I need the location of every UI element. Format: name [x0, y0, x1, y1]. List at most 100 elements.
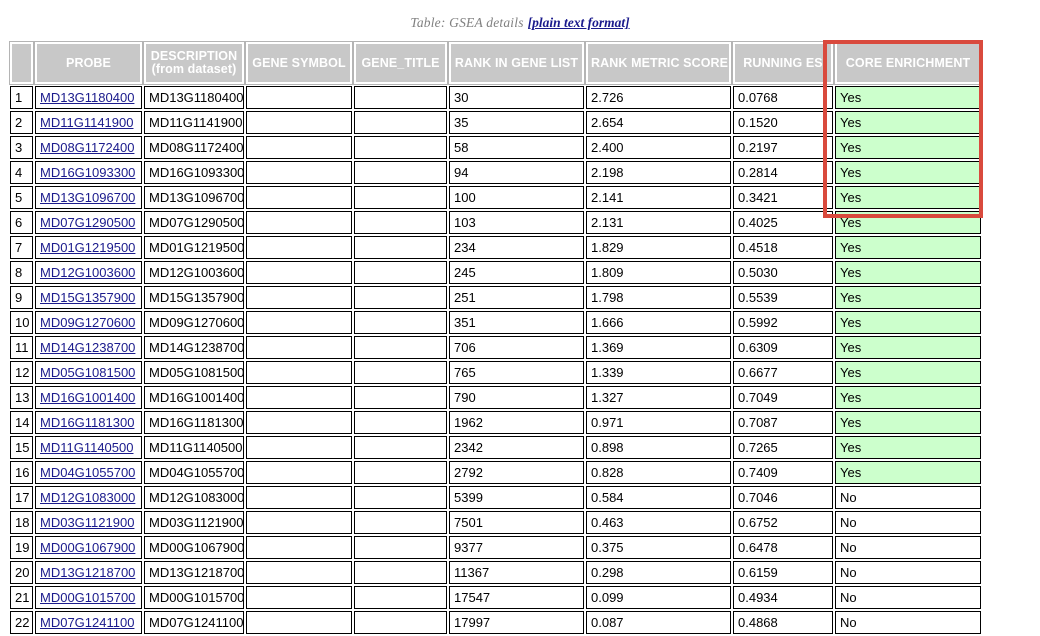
row-index-cell: 3 [10, 136, 33, 159]
description-cell: MD14G1238700 [144, 336, 244, 359]
row-index-cell: 14 [10, 411, 33, 434]
running-es-cell: 0.2814 [733, 161, 833, 184]
probe-link[interactable]: MD07G1241100 [40, 615, 134, 630]
running-es-cell: 0.7049 [733, 386, 833, 409]
probe-link[interactable]: MD04G1055700 [40, 465, 135, 480]
probe-link[interactable]: MD05G1081500 [40, 365, 135, 380]
rank-in-gene-list-cell: 30 [449, 86, 584, 109]
table-row: 9 MD15G1357900 MD15G1357900 251 1.798 0.5539 Y… [10, 286, 981, 309]
rank-in-gene-list-cell: 2342 [449, 436, 584, 459]
gene-title-cell [354, 136, 447, 159]
column-header-rank-metric-score[interactable]: RANK METRIC SCORE [585, 41, 732, 85]
row-index-cell: 15 [10, 436, 33, 459]
row-index-cell: 2 [10, 111, 33, 134]
rank-in-gene-list-cell: 17547 [449, 586, 584, 609]
column-header-running-es[interactable]: RUNNING ES [732, 41, 834, 85]
probe-link[interactable]: MD07G1290500 [40, 215, 135, 230]
probe-link[interactable]: MD09G1270600 [40, 315, 135, 330]
rank-metric-score-cell: 0.375 [586, 536, 731, 559]
rank-in-gene-list-cell: 1962 [449, 411, 584, 434]
core-enrichment-cell: Yes [835, 136, 981, 159]
probe-link[interactable]: MD14G1238700 [40, 340, 135, 355]
core-enrichment-cell: No [835, 561, 981, 584]
probe-cell: MD09G1270600 [35, 311, 142, 334]
probe-link[interactable]: MD16G1181300 [40, 415, 134, 430]
rank-metric-score-cell: 1.666 [586, 311, 731, 334]
rank-in-gene-list-cell: 9377 [449, 536, 584, 559]
core-enrichment-cell: No [835, 511, 981, 534]
table-row: 13 MD16G1001400 MD16G1001400 790 1.327 0.7049… [10, 386, 981, 409]
probe-cell: MD05G1081500 [35, 361, 142, 384]
gene-symbol-cell [246, 136, 352, 159]
probe-link[interactable]: MD00G1015700 [40, 590, 135, 605]
core-enrichment-cell: Yes [835, 311, 981, 334]
rank-in-gene-list-cell: 790 [449, 386, 584, 409]
core-enrichment-cell: No [835, 536, 981, 559]
probe-cell: MD13G1218700 [35, 561, 142, 584]
probe-link[interactable]: MD11G1141900 [40, 115, 133, 130]
probe-link[interactable]: MD16G1093300 [40, 165, 135, 180]
table-row: 18 MD03G1121900 MD03G1121900 7501 0.463 0.675… [10, 511, 981, 534]
column-header-description[interactable]: DESCRIPTION (from dataset) [143, 41, 245, 85]
core-enrichment-cell: Yes [835, 436, 981, 459]
gene-symbol-cell [246, 511, 352, 534]
probe-link[interactable]: MD16G1001400 [40, 390, 135, 405]
running-es-cell: 0.3421 [733, 186, 833, 209]
description-cell: MD16G1093300 [144, 161, 244, 184]
gene-title-cell [354, 211, 447, 234]
probe-cell: MD11G1141900 [35, 111, 142, 134]
probe-link[interactable]: MD13G1096700 [40, 190, 135, 205]
probe-link[interactable]: MD12G1083000 [40, 490, 135, 505]
running-es-cell: 0.0768 [733, 86, 833, 109]
gene-title-cell [354, 236, 447, 259]
probe-link[interactable]: MD15G1357900 [40, 290, 135, 305]
description-cell: MD04G1055700 [144, 461, 244, 484]
probe-cell: MD16G1181300 [35, 411, 142, 434]
rank-in-gene-list-cell: 58 [449, 136, 584, 159]
running-es-cell: 0.6752 [733, 511, 833, 534]
table-row: 3 MD08G1172400 MD08G1172400 58 2.400 0.2197 Ye… [10, 136, 981, 159]
probe-link[interactable]: MD03G1121900 [40, 515, 134, 530]
description-cell: MD08G1172400 [144, 136, 244, 159]
gene-title-cell [354, 536, 447, 559]
rank-metric-score-cell: 2.141 [586, 186, 731, 209]
running-es-cell: 0.6309 [733, 336, 833, 359]
probe-link[interactable]: MD01G1219500 [40, 240, 135, 255]
column-header-rank-in-gene-list[interactable]: RANK IN GENE LIST [448, 41, 585, 85]
description-cell: MD07G1290500 [144, 211, 244, 234]
gene-symbol-cell [246, 311, 352, 334]
gene-title-cell [354, 511, 447, 534]
probe-link[interactable]: MD13G1218700 [40, 565, 135, 580]
probe-link[interactable]: MD08G1172400 [40, 140, 134, 155]
column-header-gene-symbol[interactable]: GENE SYMBOL [245, 41, 353, 85]
running-es-cell: 0.4868 [733, 611, 833, 634]
column-header-core-enrichment[interactable]: CORE ENRICHMENT [834, 41, 982, 85]
plain-text-format-link[interactable]: [plain text format] [528, 15, 630, 30]
gene-symbol-cell [246, 536, 352, 559]
running-es-cell: 0.7409 [733, 461, 833, 484]
column-header-gene-title[interactable]: GENE_TITLE [353, 41, 448, 85]
rank-metric-score-cell: 0.099 [586, 586, 731, 609]
core-enrichment-cell: No [835, 611, 981, 634]
core-enrichment-cell: Yes [835, 361, 981, 384]
table-row: 20 MD13G1218700 MD13G1218700 11367 0.298 0.61… [10, 561, 981, 584]
rank-metric-score-cell: 0.298 [586, 561, 731, 584]
probe-link[interactable]: MD11G1140500 [40, 440, 133, 455]
probe-link[interactable]: MD00G1067900 [40, 540, 135, 555]
probe-cell: MD14G1238700 [35, 336, 142, 359]
rank-metric-score-cell: 0.971 [586, 411, 731, 434]
rank-in-gene-list-cell: 100 [449, 186, 584, 209]
rank-metric-score-cell: 1.798 [586, 286, 731, 309]
gene-title-cell [354, 186, 447, 209]
row-index-cell: 20 [10, 561, 33, 584]
core-enrichment-cell: Yes [835, 336, 981, 359]
gene-symbol-cell [246, 261, 352, 284]
column-header-probe[interactable]: PROBE [34, 41, 143, 85]
core-enrichment-cell: Yes [835, 236, 981, 259]
probe-link[interactable]: MD12G1003600 [40, 265, 135, 280]
column-header-index[interactable] [9, 41, 34, 85]
table-row: 15 MD11G1140500 MD11G1140500 2342 0.898 0.726… [10, 436, 981, 459]
probe-cell: MD03G1121900 [35, 511, 142, 534]
core-enrichment-cell: No [835, 586, 981, 609]
probe-link[interactable]: MD13G1180400 [40, 90, 134, 105]
